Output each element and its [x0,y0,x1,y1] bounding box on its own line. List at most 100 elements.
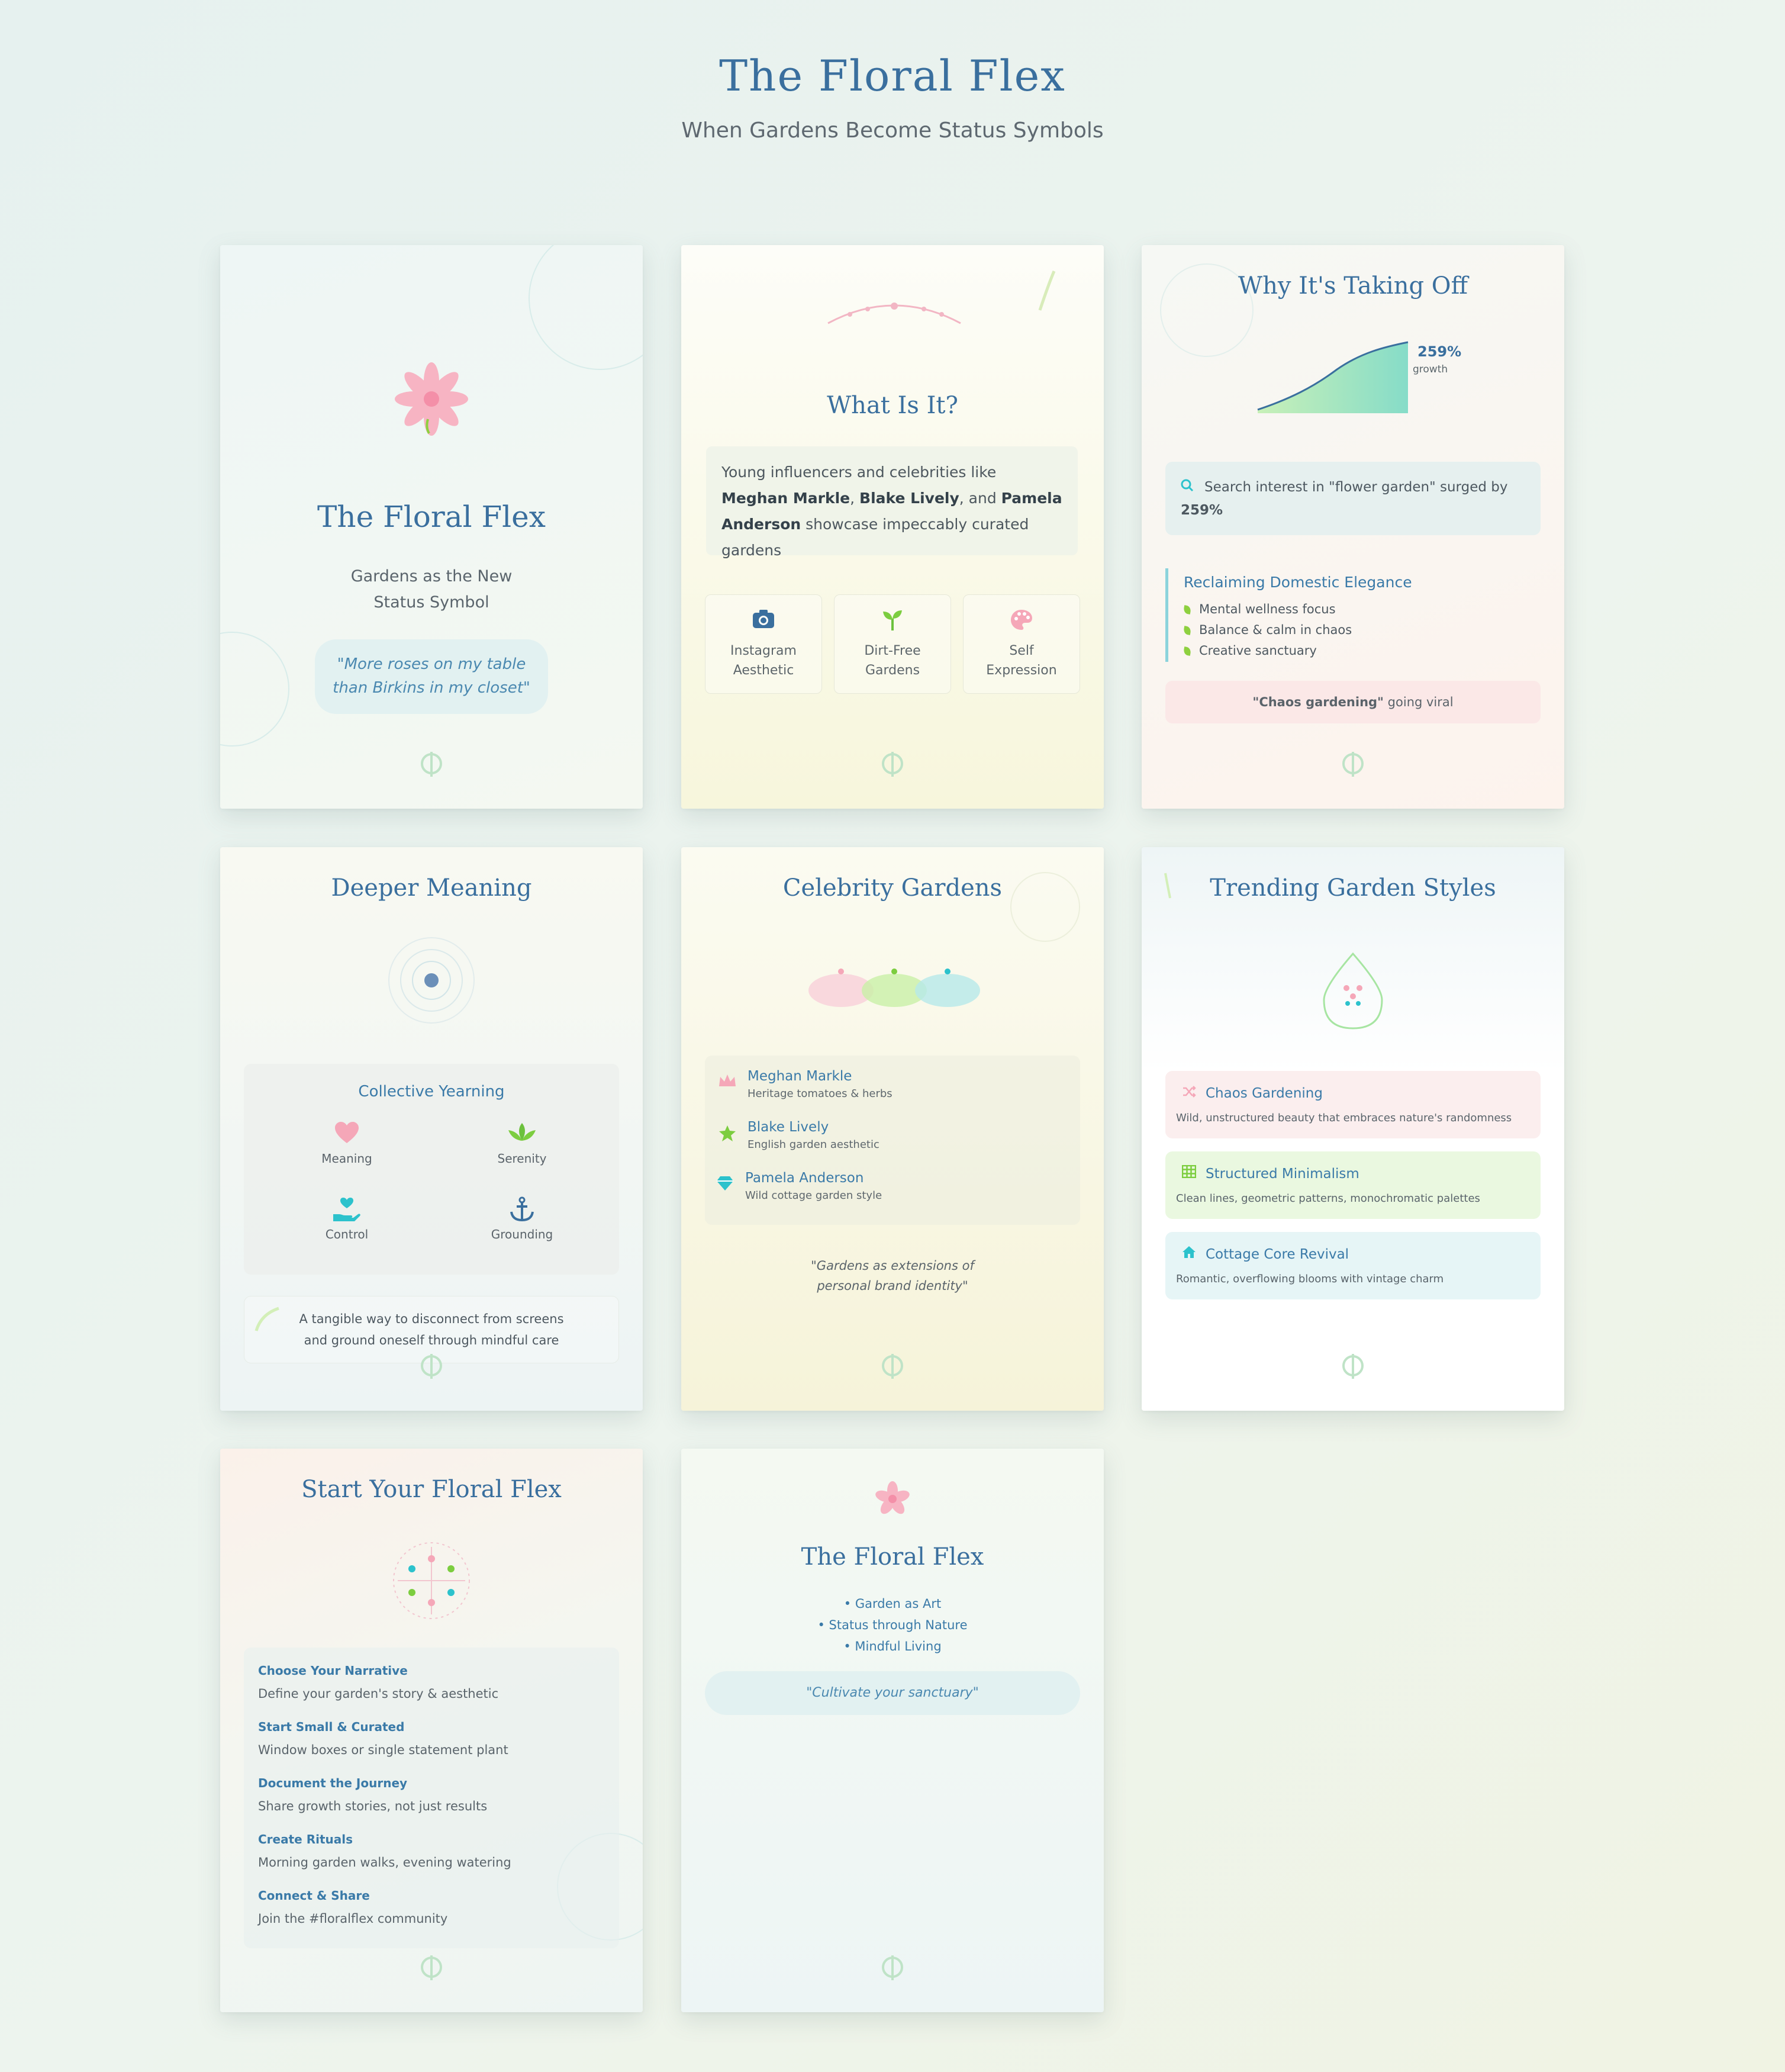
collective-yearning-box: Collective Yearning Meaning Serenity Con… [244,1064,619,1275]
card-why-taking-off: Why It's Taking Off 259% growth Search i… [1142,245,1564,809]
celebrity-name: Meghan Markle [721,490,850,507]
list-item: Meghan Markle Heritage tomatoes & herbs [718,1067,892,1103]
brand-logo-icon [421,1954,442,1981]
list-item: Create Rituals Morning garden walks, eve… [258,1830,511,1872]
list-item: • Mindful Living [843,1639,942,1653]
list-item: Document the Journey Share growth storie… [258,1774,487,1816]
overlapping-ovals-graphic [808,969,980,1007]
card-start-floral-flex: Start Your Floral Flex Choose Your Narra… [220,1449,643,2012]
list-item: Start Small & Curated Window boxes or si… [258,1718,508,1759]
chaos-highlight: "Chaos gardening" [1252,695,1384,709]
grid-icon [1181,1163,1206,1183]
feature-self-expression: Self Expression [963,594,1080,694]
decorative-circle [220,632,289,747]
seedling-icon [834,608,951,638]
cover-title: The Floral Flex [317,500,546,534]
card-closing: The Floral Flex • Garden as Art • Status… [681,1449,1104,2012]
ripple-icon [388,937,475,1024]
list-item: Balance & calm in chaos [1183,620,1541,641]
card-cover: The Floral Flex Gardens as the New Statu… [220,245,643,809]
search-interest-value: 259% [1181,502,1223,518]
domestic-elegance-section: Reclaiming Domestic Elegance Mental well… [1165,568,1541,662]
feature-label: Aesthetic [733,663,794,678]
list-item: • Status through Nature [817,1618,968,1632]
style-desc: Wild, unstructured beauty that embraces … [1176,1112,1512,1124]
celebrity-title: Celebrity Gardens [782,874,1003,902]
flower-icon [875,1481,910,1514]
droplet-icon [1323,952,1383,1029]
page-title: The Floral Flex [719,51,1066,101]
feature-label: Self [1009,644,1034,658]
style-name: Chaos Gardening [1206,1086,1323,1101]
search-interest-box: Search interest in "flower garden" surge… [1165,462,1541,535]
closing-quote: "Cultivate your sanctuary" [705,1671,1080,1715]
step-desc: Window boxes or single statement plant [258,1743,508,1757]
style-name: Structured Minimalism [1206,1166,1359,1182]
quote-line: "More roses on my table [337,655,526,673]
card-celebrity-gardens: Celebrity Gardens Meghan Markle Heritage… [681,847,1104,1411]
step-title: Start Small & Curated [258,1720,405,1734]
hand-holding-heart-icon [288,1196,406,1224]
item-label: Serenity [497,1151,547,1166]
card-trending-styles: Trending Garden Styles Chaos Gardening W… [1142,847,1564,1411]
style-name: Cottage Core Revival [1206,1247,1349,1262]
feature-label: Dirt-Free [864,644,921,658]
step-title: Document the Journey [258,1776,408,1790]
crown-icon [718,1073,737,1093]
brand-logo-icon [882,1353,903,1380]
growth-label: growth [1413,363,1448,375]
chaos-text: going viral [1384,695,1454,709]
cover-subtitle-line: Status Symbol [373,593,489,612]
celebrity-desc: Wild cottage garden style [745,1189,882,1202]
home-icon [1182,1244,1206,1264]
list-item: Connect & Share Join the #floralflex com… [258,1887,447,1928]
celebrity-quote: "Gardens as extensions of personal brand… [681,1256,1104,1296]
step-desc: Define your garden's story & aesthetic [258,1687,499,1701]
card-what-is-it: What Is It? Young influencers and celebr… [681,245,1104,809]
meaning-item: Meaning [288,1121,406,1166]
box-title: Collective Yearning [358,1083,505,1101]
what-description: Young influencers and celebrities like M… [706,446,1078,559]
page-subtitle: When Gardens Become Status Symbols [681,118,1104,143]
style-structured-minimalism: Structured Minimalism Clean lines, geome… [1165,1151,1541,1219]
grounding-item: Grounding [463,1196,581,1241]
heart-icon [288,1121,406,1148]
list-item: Choose Your Narrative Define your garden… [258,1662,498,1703]
deeper-title: Deeper Meaning [331,874,532,902]
description-text: , and [959,490,1001,507]
brand-logo-icon [882,1954,903,1981]
brand-logo-icon [1342,751,1364,778]
closing-points: • Garden as Art • Status through Nature … [681,1593,1104,1657]
gem-icon [716,1175,734,1196]
lotus-icon [463,1121,581,1148]
star-icon [718,1124,737,1146]
quote-line: personal brand identity" [817,1279,968,1293]
step-title: Create Rituals [258,1832,353,1846]
brand-logo-icon [421,1353,442,1380]
celebrity-name: Blake Lively [859,490,959,507]
start-title: Start Your Floral Flex [301,1476,562,1503]
quote-line: than Birkins in my closet" [333,679,530,697]
quote-line: "Gardens as extensions of [811,1259,974,1273]
camera-icon [705,608,821,638]
card-deeper-meaning: Deeper Meaning Collective Yearning Meani… [220,847,643,1411]
brand-logo-icon [882,751,903,778]
list-item: Blake Lively English garden aesthetic [718,1118,879,1154]
feature-dirt-free-gardens: Dirt-Free Gardens [834,594,951,694]
celebrity-list: Meghan Markle Heritage tomatoes & herbs … [705,1056,1080,1225]
leaf-icon [1183,626,1192,635]
decorative-circle [529,245,643,370]
description-text: , [850,490,860,507]
cover-subtitle: Gardens as the New Status Symbol [220,564,643,616]
celebrity-name: Blake Lively [747,1119,829,1135]
leaf-icon [1183,646,1192,656]
list-item: • Garden as Art [843,1597,942,1611]
shuffle-icon [1182,1083,1206,1103]
step-title: Choose Your Narrative [258,1664,408,1678]
style-desc: Romantic, overflowing blooms with vintag… [1176,1273,1444,1285]
serenity-item: Serenity [463,1121,581,1166]
celebrity-name: Pamela Anderson [745,1170,864,1186]
anchor-icon [463,1196,581,1224]
cover-quote: "More roses on my table than Birkins in … [315,639,548,714]
feature-label: Instagram [730,644,797,658]
